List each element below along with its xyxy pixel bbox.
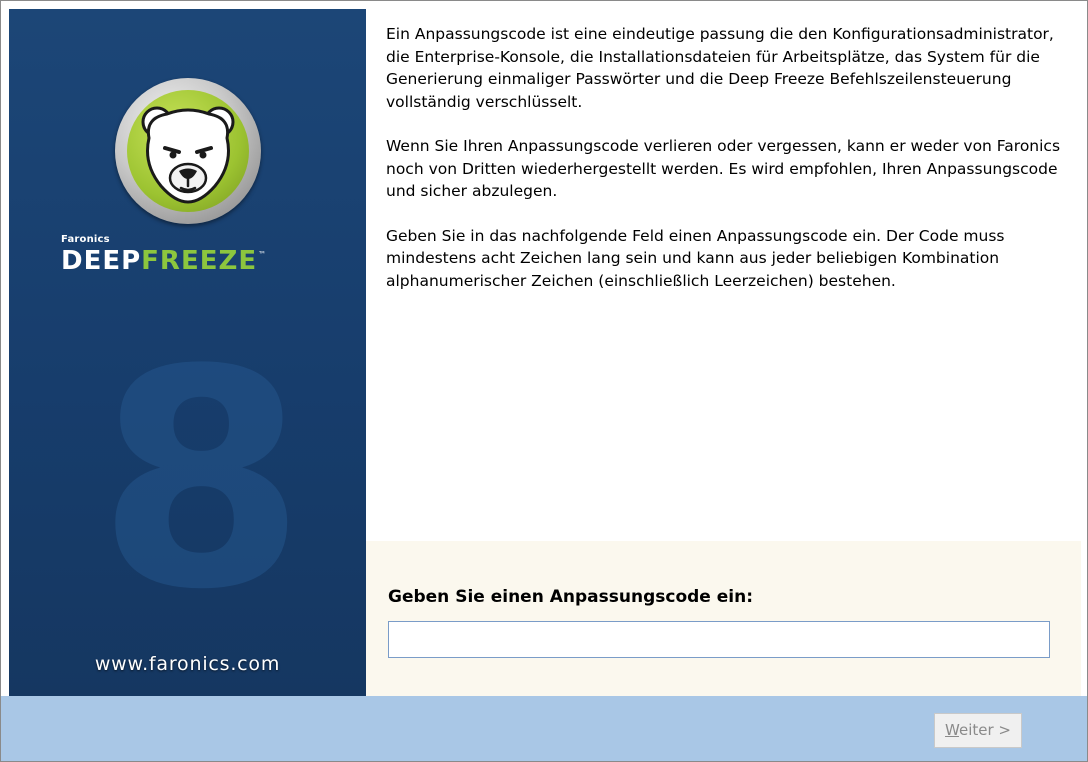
brand-company: Faronics	[61, 234, 110, 245]
paragraph-warning: Wenn Sie Ihren Anpassungscode verlieren …	[386, 137, 1061, 200]
brand-product-name: DEEPFREEZE™	[61, 247, 266, 275]
content-pane: Ein Anpassungscode ist eine eindeutige p…	[366, 9, 1081, 696]
brand-product-deep: DEEP	[61, 246, 142, 276]
trademark-symbol: ™	[258, 250, 267, 259]
next-button-label: eiter >	[958, 721, 1011, 739]
brand-product-freeze: FREEZE	[141, 246, 258, 276]
paragraph-intro: Ein Anpassungscode ist eine eindeutige p…	[386, 25, 1054, 111]
code-entry-panel: Geben Sie einen Anpassungscode ein:	[366, 541, 1081, 696]
next-button-mnemonic: W	[945, 721, 959, 739]
bear-face-icon	[141, 106, 235, 204]
polar-bear-logo-icon	[115, 78, 261, 224]
branding-sidebar: 8 Faronics DEEPFREEZE™ www.faronics.com	[9, 9, 366, 696]
customization-code-input[interactable]	[388, 621, 1050, 658]
version-numeral: 8	[97, 306, 306, 655]
website-link: www.faronics.com	[94, 653, 281, 675]
paragraph-instructions: Geben Sie in das nachfolgende Feld einen…	[386, 226, 1005, 290]
description-text: Ein Anpassungscode ist eine eindeutige p…	[386, 23, 1066, 314]
setup-wizard-window: 8 Faronics DEEPFREEZE™ www.faronics.com …	[0, 0, 1088, 762]
code-field-label: Geben Sie einen Anpassungscode ein:	[388, 587, 753, 607]
next-button[interactable]: Weiter >	[934, 713, 1022, 748]
wizard-footer: Weiter >	[1, 696, 1087, 761]
